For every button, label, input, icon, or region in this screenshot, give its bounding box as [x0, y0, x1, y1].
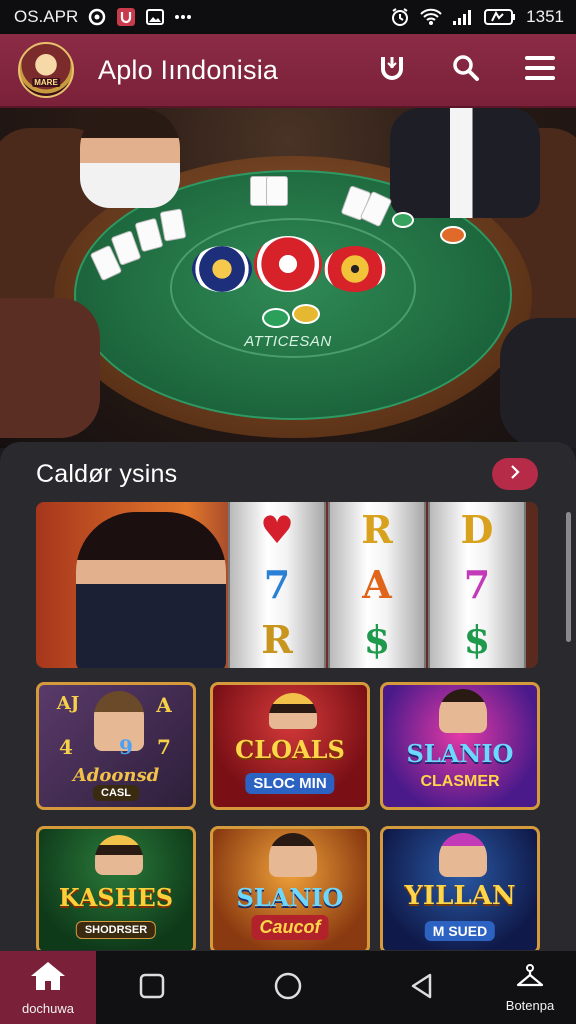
status-time-left: OS.APR: [14, 7, 79, 26]
chevron-right-icon: [508, 463, 522, 486]
app-header: MARE Aplo Iındonisia: [0, 34, 576, 108]
card: [266, 176, 288, 206]
menu-icon: [525, 55, 555, 86]
reel-symbol: 7: [463, 561, 491, 607]
search-icon: [452, 54, 480, 87]
game-tile[interactable]: Adoonsd CASL AJ A 4 9 7: [36, 682, 196, 810]
brand-u-icon: [377, 53, 407, 88]
brand-u-button[interactable]: [374, 52, 410, 88]
tile-character: [439, 833, 487, 877]
nav-profile-label: Botenpa: [505, 998, 555, 1013]
chip-small: [292, 304, 320, 324]
games-panel: Caldør ysins ♥ 7 R R A $ D 7 $ Adoonsd C…: [0, 442, 576, 954]
game-tile[interactable]: SLANIO CLASMER: [380, 682, 540, 810]
status-time-right: 1351: [526, 7, 564, 26]
back-triangle-icon: [408, 972, 436, 1005]
player-man-suit: [390, 108, 540, 218]
signal-icon: [452, 8, 474, 26]
table-label: ATTICESAN: [244, 333, 332, 350]
game-tile[interactable]: KASHES SHODRSER: [36, 826, 196, 954]
section-title: Caldør ysins: [36, 459, 178, 488]
menu-button[interactable]: [522, 52, 558, 88]
nav-home-label: dochuwa: [21, 1001, 75, 1016]
app-u-icon: [116, 8, 136, 26]
featured-slot-banner[interactable]: ♥ 7 R R A $ D 7 $: [36, 502, 538, 668]
nav-recents[interactable]: [122, 951, 182, 1024]
battery-icon: [484, 8, 516, 26]
photo-icon: [146, 8, 165, 26]
record-icon: [88, 8, 106, 26]
game-tile[interactable]: YILLAN M SUED: [380, 826, 540, 954]
nav-profile[interactable]: Botenpa: [490, 951, 570, 1024]
player-left-arm: [0, 298, 100, 438]
chip-small: [440, 226, 466, 244]
tile-subtitle: Caucof: [251, 915, 329, 940]
reel-symbol: 7: [263, 561, 291, 607]
banner-character: [76, 512, 226, 668]
tile-subtitle: SLOC MIN: [245, 773, 335, 794]
slot-reel-1: ♥ 7 R: [228, 502, 326, 668]
more-dots-icon: [174, 8, 192, 26]
tile-title: YILLAN: [404, 881, 516, 911]
reel-symbol: $: [363, 617, 391, 663]
tile-title: SLANIO: [236, 883, 344, 912]
circle-icon: [273, 971, 303, 1006]
see-more-button[interactable]: [492, 458, 538, 490]
alarm-icon: [390, 8, 410, 26]
reel-symbol: ♥: [259, 506, 295, 552]
hero-poker-table: ATTICESAN: [0, 108, 576, 448]
tile-subtitle: CLASMER: [420, 773, 500, 790]
scrollbar[interactable]: [566, 512, 571, 642]
tile-subtitle: M SUED: [424, 921, 496, 941]
chip-blue: [192, 246, 252, 292]
tile-character: [95, 835, 143, 875]
chip-small: [262, 308, 290, 328]
tile-character: [269, 833, 317, 877]
slot-reel-3: D 7 $: [428, 502, 526, 668]
chip-gold: [324, 246, 386, 292]
reel-symbol: R: [361, 506, 393, 552]
logo-text: MARE: [32, 78, 60, 87]
search-button[interactable]: [448, 52, 484, 88]
game-tile[interactable]: SLANIO Caucof: [210, 826, 370, 954]
tile-subtitle: SHODRSER: [75, 921, 157, 939]
tile-character: [439, 689, 487, 733]
tile-title: Adoonsd: [72, 765, 160, 786]
chip-red: [254, 236, 322, 292]
chip-small: [392, 212, 414, 228]
tile-subtitle: CASL: [93, 785, 139, 801]
app-logo[interactable]: MARE: [18, 42, 74, 98]
reel-symbol: $: [463, 617, 491, 663]
tile-symbol: A: [156, 693, 172, 717]
reel-symbol: D: [460, 506, 494, 552]
tile-title: SLANIO: [406, 739, 514, 768]
reel-symbol: R: [261, 617, 293, 663]
player-woman: [80, 108, 180, 208]
wifi-icon: [420, 8, 442, 26]
square-icon: [139, 973, 165, 1004]
reel-symbol: A: [362, 561, 392, 607]
status-bar: OS.APR 1351: [0, 0, 576, 34]
section-header: Caldør ysins: [36, 456, 538, 492]
hanger-icon: [515, 963, 545, 994]
tile-title: KASHES: [58, 883, 174, 912]
tile-character: [269, 693, 317, 729]
app-title: Aplo Iındonisia: [98, 54, 279, 85]
tile-symbol: 7: [157, 735, 171, 759]
nav-system-home[interactable]: [258, 951, 318, 1024]
slot-reel-2: R A $: [328, 502, 426, 668]
nav-back[interactable]: [392, 951, 452, 1024]
home-icon: [29, 960, 67, 997]
bottom-navigation: dochuwa Botenpa: [0, 950, 576, 1024]
game-tile[interactable]: CLOALS SLOC MIN: [210, 682, 370, 810]
nav-home[interactable]: dochuwa: [0, 951, 96, 1024]
tile-title: CLOALS: [235, 735, 345, 764]
